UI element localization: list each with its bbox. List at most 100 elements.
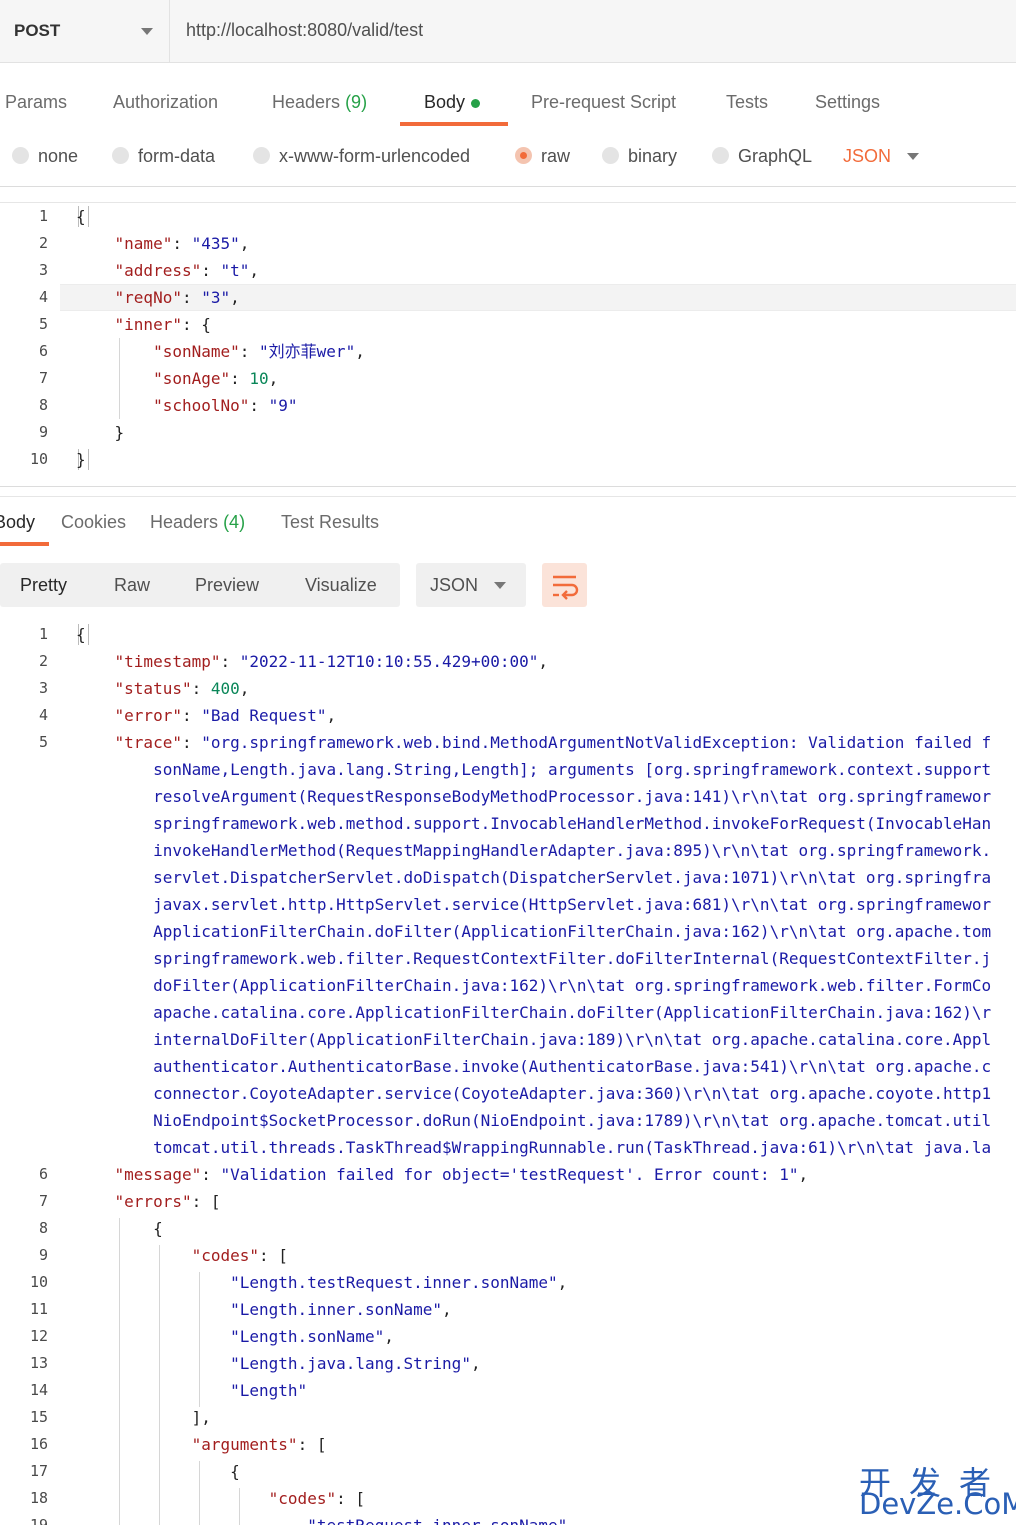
code-token: , — [470, 1354, 481, 1373]
tab-headers[interactable]: Headers (9) — [272, 92, 367, 113]
line-number: 5 — [38, 733, 48, 751]
code-token: , — [239, 679, 250, 698]
line-number: 2 — [38, 652, 48, 670]
code-token: "3" — [201, 288, 231, 307]
code-token: "435" — [191, 234, 240, 253]
response-body-viewer[interactable]: 1 {2 "timestamp": "2022-11-12T10:10:55.42… — [0, 621, 1016, 1525]
code-line: "codes": [ — [76, 1242, 288, 1269]
code-line: resolveArgument(RequestResponseBodyMetho… — [76, 783, 991, 810]
code-token: springframework.web.filter.RequestContex… — [76, 949, 992, 968]
radio-binary[interactable] — [602, 147, 619, 164]
code-token: 400 — [210, 679, 240, 698]
resp-tab-headers[interactable]: Headers (4) — [150, 512, 245, 533]
code-token: : [ — [191, 1192, 221, 1211]
method-select[interactable]: POST — [0, 0, 170, 62]
format-preview[interactable]: Preview — [195, 563, 259, 607]
radio-form-data[interactable] — [112, 147, 129, 164]
modified-dot-icon — [471, 98, 481, 108]
url-input[interactable]: http://localhost:8080/valid/test — [186, 20, 423, 41]
code-line: ApplicationFilterChain.doFilter(Applicat… — [76, 918, 991, 945]
radio-graphql[interactable] — [712, 147, 729, 164]
format-visualize[interactable]: Visualize — [305, 563, 377, 607]
body-language-select[interactable]: JSON — [843, 146, 891, 167]
code-line: "Length.sonName", — [76, 1323, 394, 1350]
format-raw[interactable]: Raw — [114, 563, 150, 607]
panel-divider — [0, 486, 1016, 487]
code-line: tomcat.util.threads.TaskThread$WrappingR… — [76, 1134, 991, 1161]
code-token: authenticator.AuthenticatorBase.invoke(A… — [76, 1057, 992, 1076]
radio-graphql-label[interactable]: GraphQL — [738, 146, 812, 167]
line-number: 13 — [29, 1354, 48, 1372]
tab-tests[interactable]: Tests — [726, 92, 768, 113]
method-label: POST — [14, 21, 61, 40]
code-token: : — [201, 1165, 221, 1184]
code-token: : { — [181, 315, 211, 334]
tab-authorization[interactable]: Authorization — [113, 92, 218, 113]
code-token: , — [230, 288, 240, 307]
resp-tab-test-results[interactable]: Test Results — [281, 512, 379, 533]
radio-form-data-label[interactable]: form-data — [138, 146, 215, 167]
radio-raw[interactable] — [515, 147, 532, 164]
line-number — [0, 972, 48, 999]
code-token: sonName,Length.java.lang.String,Length];… — [76, 760, 992, 779]
radio-raw-label[interactable]: raw — [541, 146, 570, 167]
resp-tab-body[interactable]: Body — [0, 512, 35, 533]
radio-binary-label[interactable]: binary — [628, 146, 677, 167]
radio-none-label[interactable]: none — [38, 146, 78, 167]
code-token: "schoolNo" — [153, 396, 250, 415]
code-line: authenticator.AuthenticatorBase.invoke(A… — [76, 1053, 991, 1080]
line-number: 1 — [38, 207, 48, 225]
tab-prerequest-script[interactable]: Pre-request Script — [531, 92, 676, 113]
line-number — [0, 1107, 48, 1134]
code-line: "address": "t", — [76, 257, 260, 284]
tab-headers-label: Headers — [272, 92, 341, 112]
radio-urlencoded[interactable] — [253, 147, 270, 164]
code-token: "message" — [114, 1165, 202, 1184]
request-tabs: Params Authorization Headers (9) Body Pr… — [0, 80, 1016, 128]
code-line: "errors": [ — [76, 1188, 221, 1215]
radio-urlencoded-label[interactable]: x-www-form-urlencoded — [279, 146, 470, 167]
code-line: NioEndpoint$SocketProcessor.doRun(NioEnd… — [76, 1107, 991, 1134]
code-token: apache.catalina.core.ApplicationFilterCh… — [76, 1003, 992, 1022]
resp-tab-cookies[interactable]: Cookies — [61, 512, 126, 533]
line-number: 3 — [38, 679, 48, 697]
code-token: javax.servlet.http.HttpServlet.service(H… — [76, 895, 992, 914]
tab-headers-count: (9) — [345, 92, 368, 112]
active-tab-indicator — [400, 122, 508, 126]
format-pretty[interactable]: Pretty — [20, 563, 67, 607]
code-token: "inner" — [114, 315, 182, 334]
editor-top-divider — [0, 186, 1016, 187]
code-token: : [ — [336, 1489, 365, 1508]
tab-body[interactable]: Body — [424, 92, 481, 113]
chevron-down-icon[interactable] — [907, 153, 919, 160]
line-number: 5 — [38, 315, 48, 333]
request-body-editor[interactable]: 1 {2 "name": "435", 3 "address": "t", 4 "re… — [0, 203, 1016, 479]
code-token: "errors" — [114, 1192, 192, 1211]
code-line: "sonName": "刘亦菲wer", — [76, 338, 365, 365]
radio-none[interactable] — [12, 147, 29, 164]
code-token: : — [181, 706, 202, 725]
tab-settings[interactable]: Settings — [815, 92, 880, 113]
code-line: connector.CoyoteAdapter.service(CoyoteAd… — [76, 1080, 991, 1107]
code-line: "codes": [ — [76, 1485, 365, 1512]
code-line: "error": "Bad Request", — [76, 702, 337, 729]
code-token: resolveArgument(RequestResponseBodyMetho… — [76, 787, 992, 806]
code-line: "inner": { — [76, 311, 211, 338]
line-number: 15 — [29, 1408, 48, 1426]
tab-params[interactable]: Params — [5, 92, 67, 113]
line-number — [0, 1053, 48, 1080]
line-number — [0, 1134, 48, 1161]
code-token: servlet.DispatcherServlet.doDispatch(Dis… — [76, 868, 992, 887]
wrap-lines-button[interactable] — [542, 563, 587, 607]
